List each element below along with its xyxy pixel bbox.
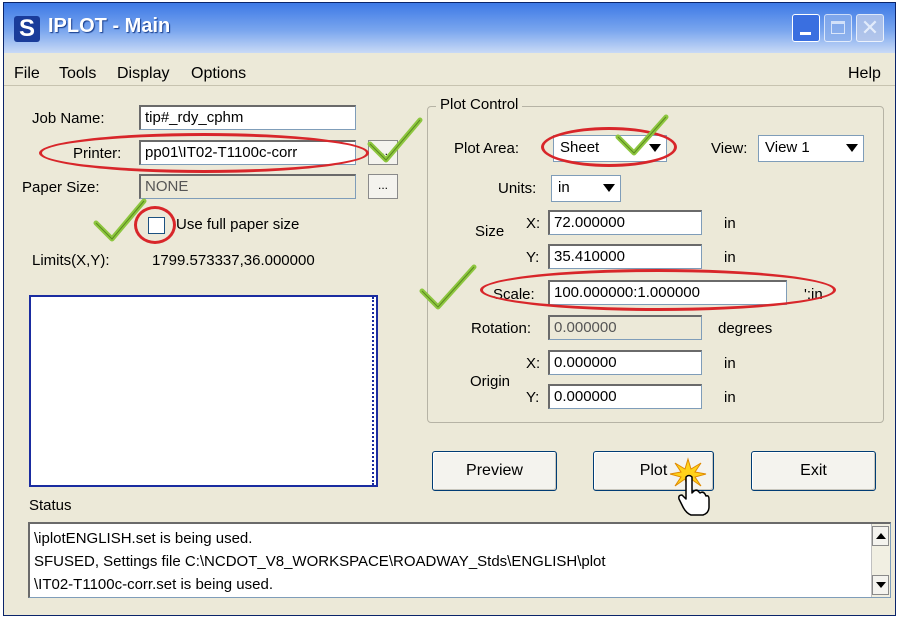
units-value: in bbox=[558, 179, 570, 196]
window-title: IPLOT - Main bbox=[48, 15, 171, 37]
rotation-input[interactable]: 0.000000 bbox=[548, 315, 702, 340]
job-name-input[interactable]: tip#_rdy_cphm bbox=[139, 105, 356, 130]
use-full-paper-label: Use full paper size bbox=[176, 216, 300, 233]
title-bar[interactable]: S IPLOT - Main ✕ bbox=[4, 3, 895, 53]
paper-size-label: Paper Size: bbox=[22, 179, 100, 196]
printer-browse-button[interactable]: ... bbox=[368, 140, 398, 165]
view-value: View 1 bbox=[765, 139, 810, 156]
units-label: Units: bbox=[498, 180, 537, 197]
plot-area-dropdown[interactable]: Sheet bbox=[553, 135, 667, 162]
use-full-paper-checkbox[interactable] bbox=[148, 217, 165, 234]
size-y-label: Y: bbox=[526, 249, 540, 266]
minimize-button[interactable] bbox=[792, 14, 820, 42]
size-x-input[interactable]: 72.000000 bbox=[548, 210, 702, 235]
menu-help[interactable]: Help bbox=[848, 65, 881, 83]
status-label: Status bbox=[29, 497, 72, 514]
units-dropdown[interactable]: in bbox=[551, 175, 621, 202]
origin-label: Origin bbox=[470, 373, 511, 390]
iplot-logo-icon: S bbox=[14, 16, 40, 42]
status-scrollbar[interactable] bbox=[871, 524, 890, 597]
iplot-main-window: S IPLOT - Main ✕ File Tools Display Opti… bbox=[3, 2, 896, 616]
scale-unit: ':in bbox=[804, 286, 823, 303]
plot-control-title: Plot Control bbox=[436, 96, 523, 113]
printer-label: Printer: bbox=[73, 145, 122, 162]
origin-x-unit: in bbox=[724, 355, 736, 372]
menu-bar: File Tools Display Options Help bbox=[4, 55, 895, 86]
close-button[interactable]: ✕ bbox=[856, 14, 884, 42]
size-x-unit: in bbox=[724, 215, 736, 232]
chevron-down-icon bbox=[603, 184, 615, 192]
status-line: SFUSED, Settings file C:\NCDOT_V8_WORKSP… bbox=[34, 553, 606, 570]
maximize-button[interactable] bbox=[824, 14, 852, 42]
paper-size-browse-button[interactable]: ... bbox=[368, 174, 398, 199]
size-label: Size bbox=[475, 223, 505, 240]
limits-label: Limits(X,Y): bbox=[32, 252, 110, 269]
job-name-label: Job Name: bbox=[32, 110, 105, 127]
status-text-area[interactable]: \iplotENGLISH.set is being used. SFUSED,… bbox=[28, 522, 891, 598]
origin-y-unit: in bbox=[724, 389, 736, 406]
status-line: \iplotENGLISH.set is being used. bbox=[34, 530, 253, 547]
plot-area-label: Plot Area: bbox=[454, 140, 520, 157]
checkmark-icon bbox=[93, 198, 147, 242]
chevron-down-icon bbox=[846, 144, 858, 152]
scroll-down-icon[interactable] bbox=[872, 575, 889, 595]
limits-value: 1799.573337,36.000000 bbox=[152, 252, 315, 269]
printer-input[interactable]: pp01\IT02-T1100c-corr bbox=[139, 140, 356, 165]
menu-file[interactable]: File bbox=[14, 65, 40, 83]
plot-button[interactable]: Plot bbox=[593, 451, 714, 491]
status-line: \IT02-T1100c-corr.set is being used. bbox=[34, 576, 274, 593]
origin-y-input[interactable]: 0.000000 bbox=[548, 384, 702, 409]
view-dropdown[interactable]: View 1 bbox=[758, 135, 864, 162]
size-y-unit: in bbox=[724, 249, 736, 266]
size-y-input[interactable]: 35.410000 bbox=[548, 244, 702, 269]
preview-button[interactable]: Preview bbox=[432, 451, 557, 491]
chevron-down-icon bbox=[649, 144, 661, 152]
plot-area-value: Sheet bbox=[560, 139, 600, 156]
menu-display[interactable]: Display bbox=[117, 65, 169, 83]
scale-input[interactable]: 100.000000:1.000000 bbox=[548, 280, 787, 305]
origin-x-input[interactable]: 0.000000 bbox=[548, 350, 702, 375]
scale-label: Scale: bbox=[493, 286, 535, 303]
plot-preview-area bbox=[29, 295, 378, 487]
view-label: View: bbox=[711, 140, 748, 157]
paper-size-input[interactable]: NONE bbox=[139, 174, 356, 199]
origin-x-label: X: bbox=[526, 355, 541, 372]
menu-options[interactable]: Options bbox=[191, 65, 246, 83]
scroll-up-icon[interactable] bbox=[872, 526, 889, 546]
origin-y-label: Y: bbox=[526, 389, 540, 406]
size-x-label: X: bbox=[526, 215, 541, 232]
rotation-unit: degrees bbox=[718, 320, 773, 337]
exit-button[interactable]: Exit bbox=[751, 451, 876, 491]
rotation-label: Rotation: bbox=[471, 320, 532, 337]
menu-tools[interactable]: Tools bbox=[59, 65, 96, 83]
